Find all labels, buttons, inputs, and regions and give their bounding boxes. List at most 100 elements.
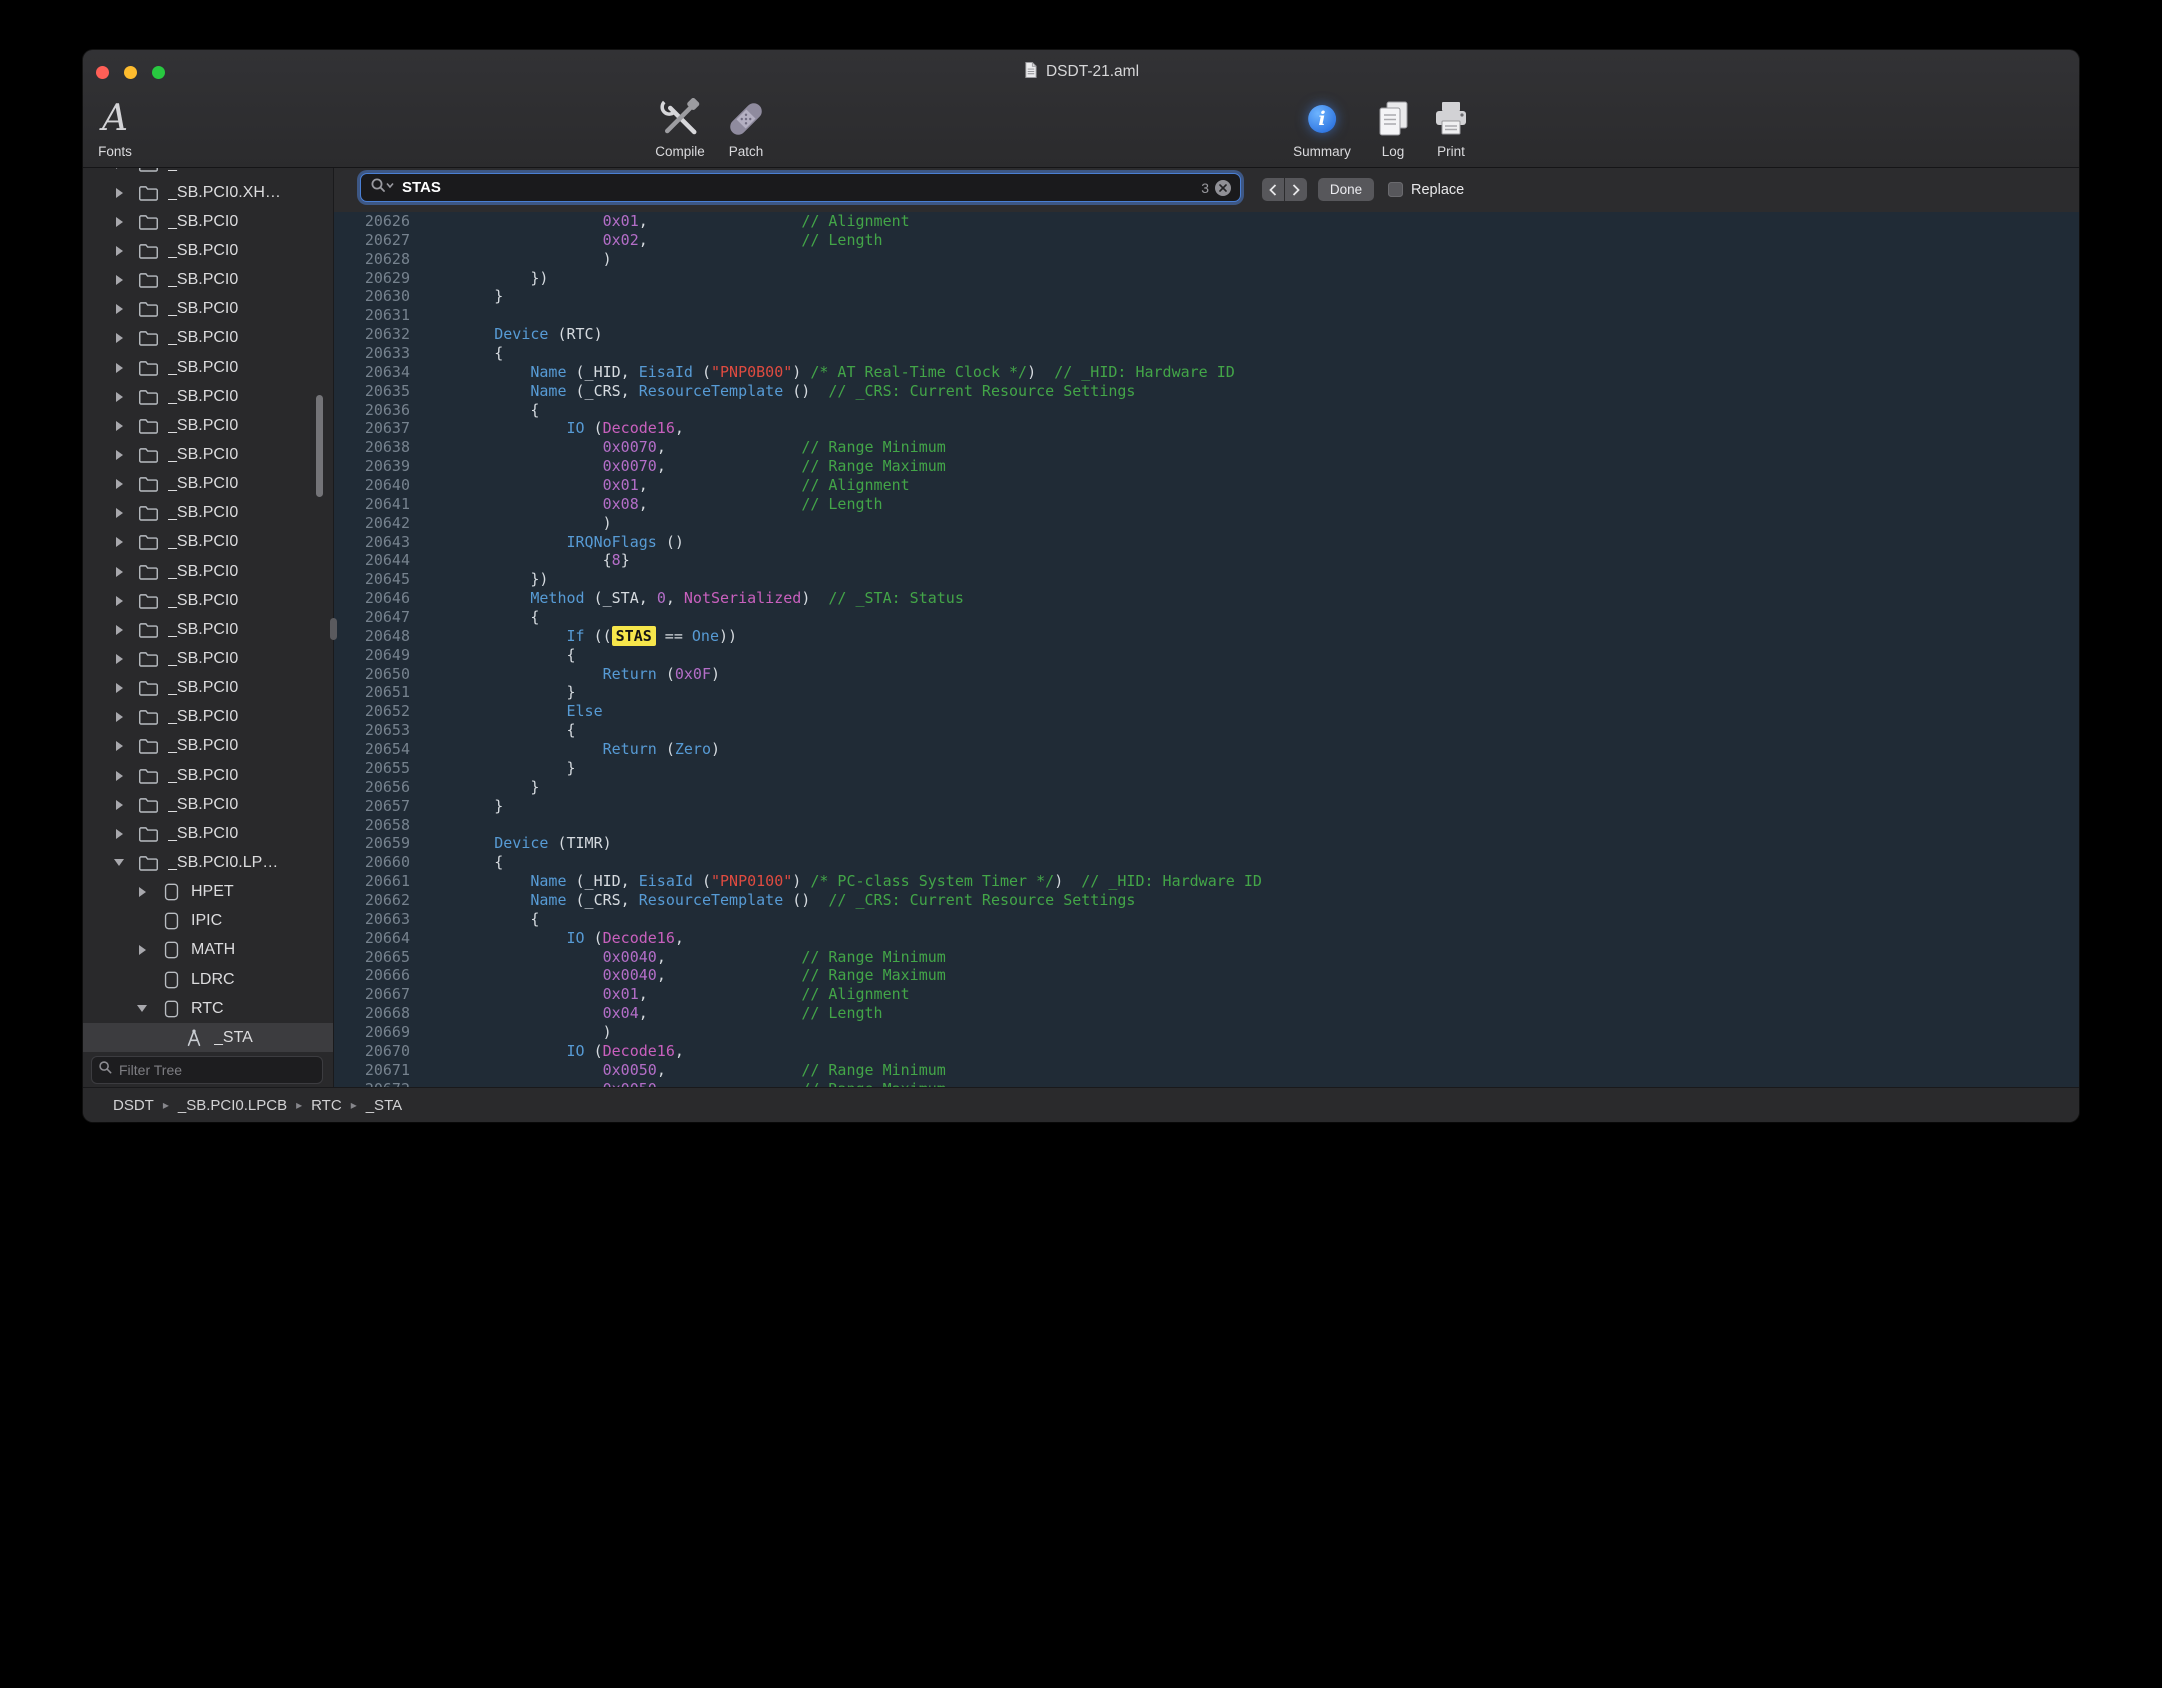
tree-item-_SB.PCI0[interactable]: _SB.PCI0: [83, 761, 333, 790]
code-text: {: [422, 910, 539, 929]
breadcrumb-item[interactable]: RTC: [311, 1097, 342, 1114]
folder-icon: [137, 852, 159, 874]
line-number: 20661: [334, 872, 422, 891]
code-text: Device (RTC): [422, 325, 603, 344]
tree-item-_SB.PCI0[interactable]: _SB.PCI0: [83, 499, 333, 528]
disclosure-right-icon[interactable]: [107, 392, 131, 402]
disclosure-right-icon[interactable]: [107, 304, 131, 314]
disclosure-right-icon[interactable]: [107, 596, 131, 606]
replace-checkbox[interactable]: [1388, 182, 1403, 197]
previous-match-button[interactable]: [1262, 178, 1284, 201]
tree-item-_SB.PCI0.LP…[interactable]: _SB.PCI0.LP…: [83, 848, 333, 877]
tree-item-_SB.PCI0[interactable]: _SB.PCI0: [83, 266, 333, 295]
tree-item-LDRC[interactable]: LDRC: [83, 965, 333, 994]
search-input[interactable]: [400, 178, 1195, 197]
filter-input[interactable]: [117, 1061, 316, 1079]
code-line: 20663 {: [334, 910, 2079, 929]
splitter-handle[interactable]: [330, 618, 337, 640]
disclosure-right-icon[interactable]: [107, 508, 131, 518]
disclosure-right-icon[interactable]: [130, 887, 154, 897]
line-number: 20671: [334, 1061, 422, 1080]
tree-item-_STA[interactable]: _STA: [83, 1023, 333, 1052]
tree-item-_SB.PCI0[interactable]: _SB.PCI0: [83, 819, 333, 848]
log-button[interactable]: Log: [1373, 97, 1413, 159]
code-line: 20665 0x0040, // Range Minimum: [334, 948, 2079, 967]
fonts-button[interactable]: Fonts: [98, 97, 132, 159]
tree-item-_SB.PCI0[interactable]: _SB.PCI0: [83, 324, 333, 353]
compile-button[interactable]: Compile: [655, 97, 705, 159]
disclosure-right-icon[interactable]: [107, 712, 131, 722]
code-text: 0x0040, // Range Maximum: [422, 966, 946, 985]
disclosure-right-icon[interactable]: [107, 363, 131, 373]
disclosure-right-icon[interactable]: [107, 537, 131, 547]
tree-item-_SB.PCI0[interactable]: _SB.PCI0: [83, 167, 333, 178]
tree-item-_SB.PCI0[interactable]: _SB.PCI0: [83, 382, 333, 411]
line-number: 20634: [334, 363, 422, 382]
summary-button[interactable]: Summary: [1293, 97, 1351, 159]
disclosure-right-icon[interactable]: [107, 625, 131, 635]
disclosure-right-icon[interactable]: [107, 567, 131, 577]
tree-item-MATH[interactable]: MATH: [83, 936, 333, 965]
tree-item-HPET[interactable]: HPET: [83, 878, 333, 907]
breadcrumb-item[interactable]: _SB.PCI0.LPCB: [178, 1097, 287, 1114]
disclosure-right-icon[interactable]: [107, 188, 131, 198]
tree-item-RTC[interactable]: RTC: [83, 994, 333, 1023]
filter-field[interactable]: [91, 1056, 323, 1084]
tree-item-_SB.PCI0[interactable]: _SB.PCI0: [83, 557, 333, 586]
find-bar: 3 Done Replace: [334, 167, 2079, 212]
tree-item-_SB.PCI0[interactable]: _SB.PCI0: [83, 615, 333, 644]
tree-item-_SB.PCI0[interactable]: _SB.PCI0: [83, 353, 333, 382]
folder-icon: [137, 415, 159, 437]
tree-item-_SB.PCI0[interactable]: _SB.PCI0: [83, 732, 333, 761]
code-line: 20649 {: [334, 646, 2079, 665]
disclosure-right-icon[interactable]: [107, 771, 131, 781]
tree-item-_SB.PCI0[interactable]: _SB.PCI0: [83, 236, 333, 265]
tree-item-IPIC[interactable]: IPIC: [83, 907, 333, 936]
breadcrumb-item[interactable]: _STA: [366, 1097, 402, 1114]
disclosure-right-icon[interactable]: [107, 683, 131, 693]
disclosure-right-icon[interactable]: [107, 654, 131, 664]
disclosure-right-icon[interactable]: [107, 246, 131, 256]
patch-button[interactable]: Patch: [724, 97, 768, 159]
disclosure-right-icon[interactable]: [107, 479, 131, 489]
code-line: 20657 }: [334, 797, 2079, 816]
code-text: }): [422, 570, 548, 589]
folder-icon: [137, 677, 159, 699]
tree-item-_SB.PCI0[interactable]: _SB.PCI0: [83, 790, 333, 819]
tree-item-_SB.PCI0[interactable]: _SB.PCI0: [83, 295, 333, 324]
disclosure-right-icon[interactable]: [107, 800, 131, 810]
disclosure-right-icon[interactable]: [107, 275, 131, 285]
tree-item-_SB.PCI0[interactable]: _SB.PCI0: [83, 586, 333, 615]
tree-item-_SB.PCI0[interactable]: _SB.PCI0: [83, 207, 333, 236]
disclosure-right-icon[interactable]: [107, 829, 131, 839]
disclosure-down-icon[interactable]: [130, 1005, 154, 1012]
done-button[interactable]: Done: [1318, 178, 1374, 201]
search-field[interactable]: 3: [360, 173, 1241, 202]
breadcrumb-item[interactable]: DSDT: [113, 1097, 154, 1114]
code-editor[interactable]: 20626 0x01, // Alignment20627 0x02, // L…: [334, 212, 2079, 1088]
tree-item-_SB.PCI0.XH…[interactable]: _SB.PCI0.XH…: [83, 178, 333, 207]
print-button[interactable]: Print: [1431, 97, 1471, 159]
sidebar-scrollbar[interactable]: [316, 395, 323, 497]
disclosure-right-icon[interactable]: [107, 741, 131, 751]
code-line: 20658: [334, 816, 2079, 835]
tree-item-_SB.PCI0[interactable]: _SB.PCI0: [83, 644, 333, 673]
disclosure-right-icon[interactable]: [107, 421, 131, 431]
tree-item-_SB.PCI0[interactable]: _SB.PCI0: [83, 470, 333, 499]
breadcrumb-separator-icon: ▸: [351, 1098, 357, 1112]
disclosure-down-icon[interactable]: [107, 859, 131, 866]
code-text: {: [422, 608, 539, 627]
line-number: 20660: [334, 853, 422, 872]
disclosure-right-icon[interactable]: [107, 217, 131, 227]
tree-item-_SB.PCI0[interactable]: _SB.PCI0: [83, 440, 333, 469]
disclosure-right-icon[interactable]: [107, 450, 131, 460]
tree-item-_SB.PCI0[interactable]: _SB.PCI0: [83, 703, 333, 732]
disclosure-right-icon[interactable]: [130, 945, 154, 955]
code-text: Name (_HID, EisaId ("PNP0B00") /* AT Rea…: [422, 363, 1235, 382]
clear-search-icon[interactable]: [1215, 180, 1231, 196]
next-match-button[interactable]: [1285, 178, 1307, 201]
disclosure-right-icon[interactable]: [107, 333, 131, 343]
tree-item-_SB.PCI0[interactable]: _SB.PCI0: [83, 528, 333, 557]
tree-item-_SB.PCI0[interactable]: _SB.PCI0: [83, 411, 333, 440]
tree-item-_SB.PCI0[interactable]: _SB.PCI0: [83, 674, 333, 703]
